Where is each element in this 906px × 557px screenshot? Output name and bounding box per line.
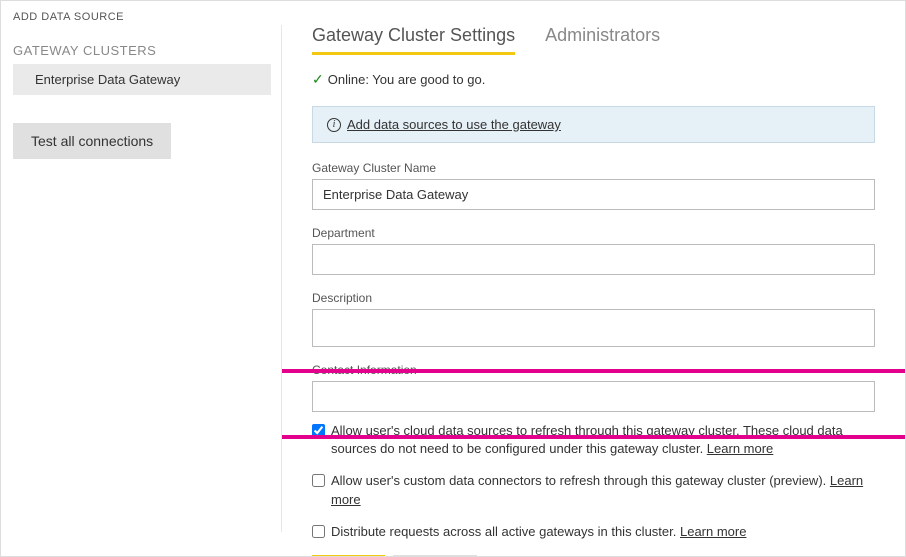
- info-banner: i Add data sources to use the gateway: [312, 106, 875, 143]
- info-icon: i: [327, 118, 341, 132]
- test-all-connections-button[interactable]: Test all connections: [13, 123, 171, 159]
- label-department: Department: [312, 226, 875, 240]
- cluster-item[interactable]: Enterprise Data Gateway: [13, 64, 271, 95]
- checkbox-distribute-requests[interactable]: [312, 525, 325, 538]
- input-cluster-name[interactable]: [312, 179, 875, 210]
- input-department[interactable]: [312, 244, 875, 275]
- status-text: Online: You are good to go.: [328, 72, 486, 87]
- tab-administrators[interactable]: Administrators: [545, 25, 660, 55]
- label-description: Description: [312, 291, 875, 305]
- discard-button[interactable]: Discard: [393, 555, 477, 556]
- checkbox-label-cloud: Allow user's cloud data sources to refre…: [331, 422, 875, 458]
- checkbox-label-distribute: Distribute requests across all active ga…: [331, 523, 746, 541]
- checkbox-allow-cloud-data-sources[interactable]: [312, 424, 325, 437]
- label-contact: Contact Information: [312, 363, 875, 377]
- learn-more-distribute[interactable]: Learn more: [680, 524, 746, 539]
- apply-button[interactable]: Apply: [312, 555, 385, 556]
- checkbox-label-connectors: Allow user's custom data connectors to r…: [331, 472, 875, 508]
- check-icon: ✓: [312, 71, 324, 88]
- learn-more-cloud[interactable]: Learn more: [707, 441, 773, 456]
- input-description[interactable]: [312, 309, 875, 347]
- gateway-clusters-heading: GATEWAY CLUSTERS: [13, 43, 271, 58]
- input-contact[interactable]: [312, 381, 875, 412]
- label-cluster-name: Gateway Cluster Name: [312, 161, 875, 175]
- status-line: ✓ Online: You are good to go.: [312, 71, 875, 88]
- tab-gateway-cluster-settings[interactable]: Gateway Cluster Settings: [312, 25, 515, 55]
- checkbox-allow-custom-connectors[interactable]: [312, 474, 325, 487]
- add-data-sources-link[interactable]: Add data sources to use the gateway: [347, 117, 561, 132]
- add-data-source-link[interactable]: ADD DATA SOURCE: [13, 11, 271, 23]
